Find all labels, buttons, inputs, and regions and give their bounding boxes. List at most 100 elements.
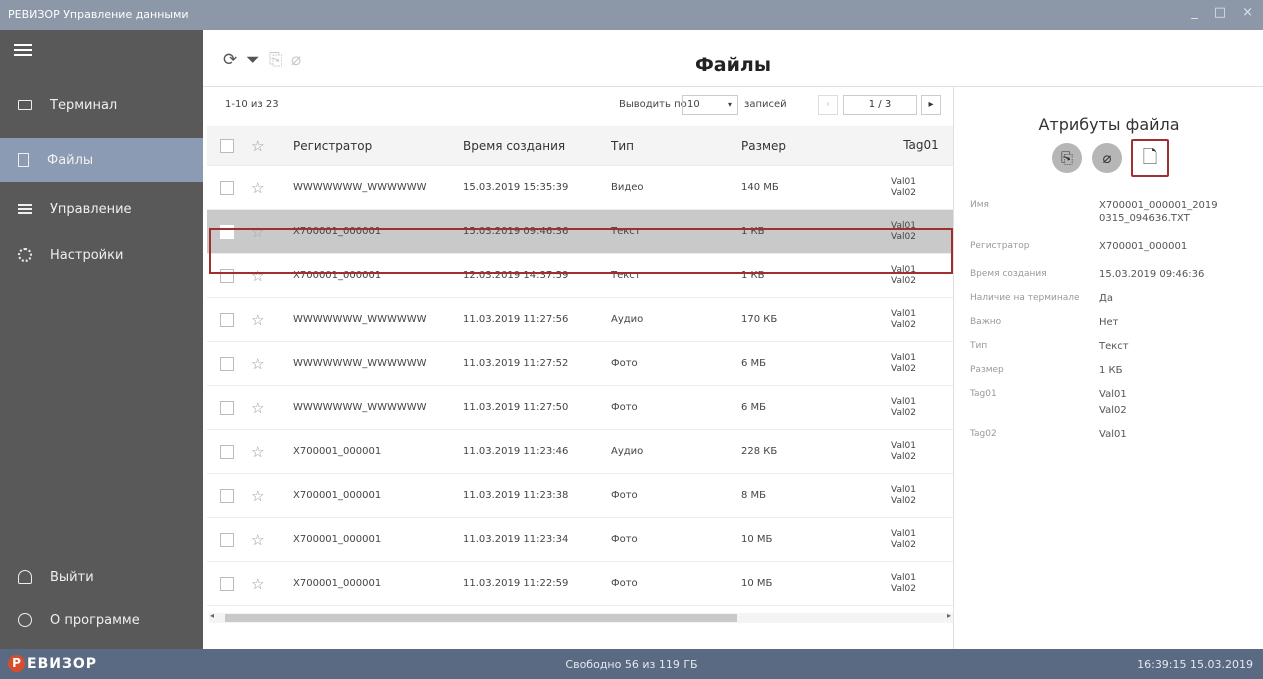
tag-value: Val01: [891, 176, 916, 187]
attribute-label: Важно: [970, 317, 1002, 327]
per-page-value: 10: [687, 99, 700, 110]
user-icon: [18, 570, 32, 584]
tag-value: Val02: [891, 583, 916, 594]
terminal-icon: [18, 100, 32, 110]
pin-icon[interactable]: ☆: [251, 298, 273, 341]
export-file-icon[interactable]: 🗋: [1131, 139, 1169, 177]
pin-icon[interactable]: ☆: [251, 210, 273, 253]
maximize-button[interactable]: □: [1214, 5, 1226, 20]
cell-time: 11.03.2019 11:27:50: [463, 402, 569, 413]
column-header-registrar[interactable]: Регистратор: [293, 126, 457, 165]
table-row[interactable]: ☆ WWWWWWW_WWWWWW 11.03.2019 11:27:52 Фото 6 …: [207, 342, 953, 386]
tag-value: Val02: [891, 407, 916, 418]
tag-value: Val01: [891, 264, 916, 275]
horizontal-scrollbar[interactable]: ◂ ▸: [209, 611, 953, 623]
cell-type: Видео: [611, 182, 644, 193]
table-row[interactable]: ☆ WWWWWWW_WWWWWW 11.03.2019 11:27:56 Аудио 1…: [207, 298, 953, 342]
pin-icon[interactable]: ☆: [251, 430, 273, 473]
table-row[interactable]: ☆ WWWWWWW_WWWWWW 11.03.2019 11:27:50 Фото 6 …: [207, 386, 953, 430]
erase-file-icon[interactable]: ⌀: [1092, 143, 1122, 173]
cell-tag01: Val01 Val02: [891, 518, 951, 561]
tag-value: Val01: [891, 308, 916, 319]
select-all-checkbox[interactable]: [220, 126, 236, 165]
clock: 16:39:15 15.03.2019: [1137, 658, 1253, 671]
cell-registrar: X700001_000001: [293, 270, 382, 281]
files-table: ☆ Регистратор Время создания Тип Размер …: [207, 126, 953, 606]
table-row[interactable]: ☆ WWWWWWW_WWWWWW 15.03.2019 15:35:39 Видео 1…: [207, 166, 953, 210]
row-checkbox[interactable]: [220, 474, 236, 517]
tag-value: Val02: [891, 363, 916, 374]
pin-icon[interactable]: ☆: [251, 166, 273, 209]
row-checkbox[interactable]: [220, 254, 236, 297]
row-checkbox[interactable]: [220, 298, 236, 341]
pin-icon[interactable]: ☆: [251, 386, 273, 429]
title-bar: РЕВИЗОР Управление данными _ □ ×: [0, 0, 1263, 30]
hamburger-menu-icon[interactable]: [14, 44, 32, 56]
column-header-time[interactable]: Время создания: [463, 126, 603, 165]
sidebar-item-settings[interactable]: Настройки: [0, 233, 203, 277]
prev-page-button[interactable]: ‹: [818, 95, 838, 115]
window-title: РЕВИЗОР Управление данными: [8, 8, 189, 21]
attribute-label: Размер: [970, 365, 1004, 375]
attribute-value: Val01: [1099, 389, 1127, 400]
row-checkbox[interactable]: [220, 210, 236, 253]
sidebar-item-terminal[interactable]: Терминал: [0, 83, 203, 127]
cell-type: Фото: [611, 490, 638, 501]
table-header: ☆ Регистратор Время создания Тип Размер …: [207, 126, 953, 166]
pin-icon[interactable]: ☆: [251, 254, 273, 297]
scrollbar-thumb[interactable]: [225, 614, 737, 622]
table-row[interactable]: ☆ X700001_000001 11.03.2019 11:23:34 Фото 10…: [207, 518, 953, 562]
sidebar-item-about[interactable]: О программе: [0, 598, 203, 642]
page-indicator[interactable]: 1 / 3: [843, 95, 917, 115]
attribute-label: Наличие на терминале: [970, 293, 1080, 303]
row-checkbox[interactable]: [220, 562, 236, 605]
cell-registrar: X700001_000001: [293, 534, 382, 545]
cell-registrar: WWWWWWW_WWWWWW: [293, 358, 427, 369]
column-header-type[interactable]: Тип: [611, 126, 731, 165]
cell-type: Фото: [611, 534, 638, 545]
table-row[interactable]: ☆ X700001_000001 11.03.2019 11:23:38 Фото 8 …: [207, 474, 953, 518]
pin-icon[interactable]: ☆: [251, 562, 273, 605]
cell-size: 10 МБ: [741, 578, 773, 589]
files-icon: [18, 153, 29, 167]
pin-icon[interactable]: ☆: [251, 474, 273, 517]
attributes-panel: Атрибуты файла ⎘ ⌀ 🗋 Имя X700001_000001_2…: [953, 87, 1263, 649]
scroll-left-icon[interactable]: ◂: [210, 611, 214, 620]
pin-icon[interactable]: ☆: [251, 518, 273, 561]
tag-value: Val01: [891, 440, 916, 451]
row-checkbox[interactable]: [220, 430, 236, 473]
attribute-value: X700001_000001: [1099, 241, 1188, 252]
row-checkbox[interactable]: [220, 342, 236, 385]
close-button[interactable]: ×: [1242, 5, 1253, 20]
attribute-label: Регистратор: [970, 241, 1030, 251]
scroll-right-icon[interactable]: ▸: [947, 611, 951, 620]
table-row[interactable]: ☆ X700001_000001 15.03.2019 09:46:36 Текст 1…: [207, 210, 953, 254]
cell-time: 11.03.2019 11:22:59: [463, 578, 569, 589]
attribute-label: Имя: [970, 200, 989, 210]
row-checkbox[interactable]: [220, 166, 236, 209]
column-header-tag01[interactable]: Tag01: [891, 126, 951, 165]
table-row[interactable]: ☆ X700001_000001 11.03.2019 11:23:46 Аудио 2…: [207, 430, 953, 474]
table-row[interactable]: ☆ X700001_000001 11.03.2019 11:22:59 Фото 10…: [207, 562, 953, 606]
page-title: Файлы: [694, 54, 772, 76]
row-checkbox[interactable]: [220, 386, 236, 429]
attribute-value: Текст: [1099, 341, 1129, 352]
cell-registrar: X700001_000001: [293, 490, 382, 501]
minimize-button[interactable]: _: [1191, 5, 1198, 20]
per-page-select[interactable]: 10 ▾: [682, 95, 738, 115]
sidebar-item-files[interactable]: Файлы: [0, 138, 203, 182]
copy-file-icon[interactable]: ⎘: [1052, 143, 1082, 173]
cell-tag01: Val01 Val02: [891, 562, 951, 605]
table-row[interactable]: ☆ X700001_000001 12.03.2019 14:37:59 Текст 1…: [207, 254, 953, 298]
tag-value: Val02: [891, 539, 916, 550]
cell-time: 11.03.2019 11:27:56: [463, 314, 569, 325]
attribute-value: 15.03.2019 09:46:36: [1099, 269, 1205, 280]
column-header-size[interactable]: Размер: [741, 126, 871, 165]
tag-value: Val02: [891, 495, 916, 506]
next-page-button[interactable]: ▸: [921, 95, 941, 115]
cell-size: 1 КБ: [741, 270, 765, 281]
sidebar-item-control[interactable]: Управление: [0, 187, 203, 231]
row-checkbox[interactable]: [220, 518, 236, 561]
pin-icon[interactable]: ☆: [251, 342, 273, 385]
sidebar-item-exit[interactable]: Выйти: [0, 555, 203, 599]
